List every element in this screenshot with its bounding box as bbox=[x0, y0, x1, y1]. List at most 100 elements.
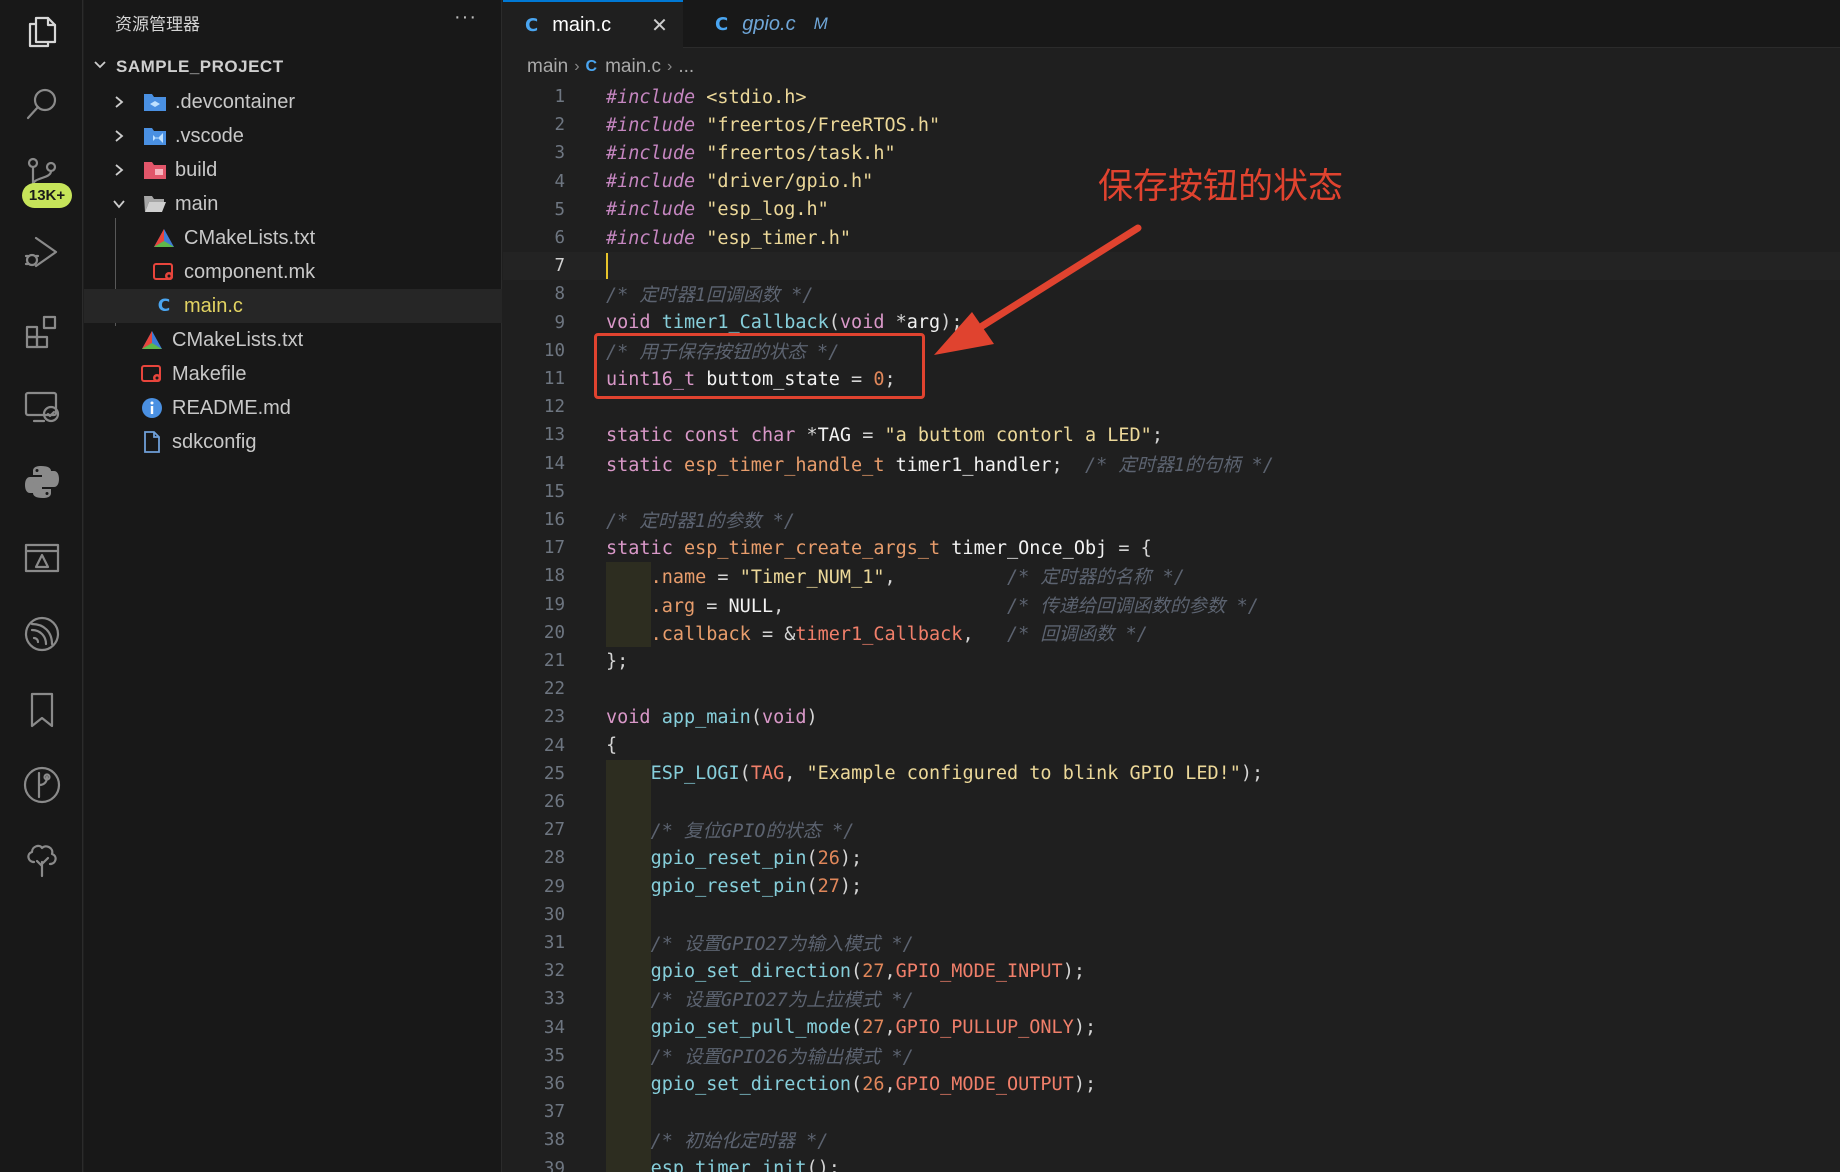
code-line[interactable]: 2 #include "freertos/FreeRTOS.h" bbox=[503, 111, 1840, 139]
breadcrumb-folder[interactable]: main bbox=[527, 56, 568, 78]
tree-item-build[interactable]: build bbox=[84, 153, 502, 187]
remote-explorer-icon[interactable] bbox=[20, 385, 64, 429]
extensions-icon[interactable] bbox=[20, 310, 64, 354]
code-line[interactable]: 16 /* 定时器1的参数 */ bbox=[503, 506, 1840, 534]
tree-item-cmakelists-root[interactable]: CMakeLists.txt bbox=[84, 323, 502, 357]
line-number: 10 bbox=[543, 340, 565, 361]
code-line[interactable]: 39 esp_timer_init(); bbox=[503, 1154, 1840, 1172]
test-icon[interactable] bbox=[20, 537, 64, 581]
code-line[interactable]: 29 gpio_reset_pin(27); bbox=[503, 872, 1840, 901]
code-line[interactable]: 22 bbox=[503, 675, 1840, 703]
code-line[interactable]: 25 ESP_LOGI(TAG, "Example configured to … bbox=[503, 759, 1840, 788]
code-line[interactable]: 26 bbox=[503, 788, 1840, 817]
line-number: 17 bbox=[543, 538, 565, 559]
code-line[interactable]: 7 bbox=[503, 252, 1840, 281]
code-line[interactable]: 19 .arg = NULL, /* 传递给回调函数的参数 */ bbox=[503, 590, 1840, 619]
line-number: 3 bbox=[554, 143, 565, 164]
tree-icon[interactable] bbox=[20, 838, 64, 882]
tree-item-main-c[interactable]: C main.c bbox=[84, 289, 502, 323]
code-line[interactable]: 6 #include "esp_timer.h" bbox=[503, 224, 1840, 252]
tree-item-devcontainer[interactable]: .devcontainer bbox=[84, 85, 502, 119]
makefile-icon bbox=[140, 362, 164, 386]
code-line[interactable]: 35 /* 设置GPIO26为输出模式 */ bbox=[503, 1041, 1840, 1070]
code-line[interactable]: 18 .name = "Timer_NUM_1", /* 定时器的名称 */ bbox=[503, 562, 1840, 591]
run-debug-icon[interactable] bbox=[20, 230, 64, 274]
code-line[interactable]: 37 bbox=[503, 1098, 1840, 1127]
code-token: /* 初始化定时器 */ bbox=[650, 1131, 829, 1153]
line-number: 26 bbox=[543, 792, 565, 813]
code-line[interactable]: 21}; bbox=[503, 647, 1840, 675]
code-line[interactable]: 24 { bbox=[503, 732, 1840, 760]
tree-item-label: CMakeLists.txt bbox=[172, 328, 304, 351]
code-line[interactable]: 27 /* 复位GPIO的状态 */ bbox=[503, 816, 1840, 845]
tree-item-vscode[interactable]: .vscode bbox=[84, 119, 502, 153]
line-number: 11 bbox=[543, 369, 565, 390]
code-token: }; bbox=[606, 650, 629, 672]
code-token: gpio_set_direction bbox=[650, 1073, 852, 1095]
code-line[interactable]: 34 gpio_set_pull_mode(27,GPIO_PULLUP_ONL… bbox=[503, 1013, 1840, 1042]
code-token: /* 回调函数 */ bbox=[1007, 623, 1148, 645]
code-token: (); bbox=[806, 1158, 840, 1172]
code-line[interactable]: 14 static esp_timer_handle_t timer1_handl… bbox=[503, 450, 1840, 478]
espressif-icon[interactable] bbox=[20, 612, 64, 656]
code-editor[interactable]: 1 #include <stdio.h> 2 #include "freertos/F… bbox=[503, 83, 1840, 1172]
code-line[interactable]: 28 gpio_reset_pin(26); bbox=[503, 844, 1840, 873]
code-line[interactable]: 33 /* 设置GPIO27为上拉模式 */ bbox=[503, 985, 1840, 1014]
code-line[interactable]: 23 void app_main(void) bbox=[503, 703, 1840, 731]
code-token: /* 定时器的名称 */ bbox=[1007, 567, 1185, 589]
project-header[interactable]: SAMPLE_PROJECT bbox=[84, 53, 502, 81]
code-line[interactable]: 36 gpio_set_direction(26,GPIO_MODE_OUTPU… bbox=[503, 1070, 1840, 1099]
line-number: 12 bbox=[543, 397, 565, 418]
search-icon[interactable] bbox=[20, 82, 64, 126]
git-graph-icon[interactable] bbox=[20, 763, 64, 807]
code-line[interactable]: 17 static esp_timer_create_args_t timer_O… bbox=[503, 534, 1840, 562]
code-line[interactable]: 38 /* 初始化定时器 */ bbox=[503, 1126, 1840, 1155]
code-token: "freertos/FreeRTOS.h" bbox=[706, 114, 941, 136]
line-number: 13 bbox=[543, 425, 565, 446]
code-line[interactable]: 13 static const char *TAG = "a buttom con… bbox=[503, 421, 1840, 449]
code-line[interactable]: 30 bbox=[503, 900, 1840, 929]
cmake-icon bbox=[140, 328, 164, 352]
code-line[interactable]: 8 /* 定时器1回调函数 */ bbox=[503, 280, 1840, 308]
code-line[interactable]: 15 bbox=[503, 478, 1840, 506]
code-text: void timer1_Callback(void *arg); bbox=[606, 312, 962, 333]
tree-item-component-mk[interactable]: component.mk bbox=[84, 255, 502, 289]
tab-main-c[interactable]: C main.c ✕ bbox=[503, 0, 683, 48]
tree-item-label: main bbox=[175, 192, 219, 215]
code-line[interactable]: 1 #include <stdio.h> bbox=[503, 83, 1840, 111]
code-line[interactable]: 20 .callback = &timer1_Callback, /* 回调函数… bbox=[503, 618, 1840, 647]
code-text: ESP_LOGI(TAG, "Example configured to bli… bbox=[606, 763, 1264, 784]
code-token: , bbox=[962, 623, 1008, 645]
code-text: /* 设置GPIO27为输入模式 */ bbox=[606, 930, 914, 956]
bookmark-icon[interactable] bbox=[20, 688, 64, 732]
code-token: ); bbox=[940, 312, 963, 334]
line-number: 29 bbox=[543, 876, 565, 897]
tree-item-sdkconfig[interactable]: sdkconfig bbox=[84, 425, 502, 459]
line-number: 32 bbox=[543, 961, 565, 982]
breadcrumb: main › C main.c › ... bbox=[527, 55, 694, 79]
breadcrumb-file[interactable]: main.c bbox=[605, 56, 661, 78]
explorer-icon[interactable] bbox=[20, 10, 64, 54]
python-icon[interactable] bbox=[20, 460, 64, 504]
code-token: ; bbox=[1151, 424, 1163, 446]
code-text: /* 设置GPIO26为输出模式 */ bbox=[606, 1043, 914, 1069]
project-name: SAMPLE_PROJECT bbox=[116, 57, 284, 76]
tree-item-label: README.md bbox=[172, 396, 291, 419]
code-text: #include "freertos/task.h" bbox=[606, 143, 896, 164]
tree-item-main[interactable]: main bbox=[84, 187, 502, 221]
tab-gpio-c[interactable]: C gpio.c M bbox=[683, 0, 853, 48]
tree-item-readme[interactable]: README.md bbox=[84, 391, 502, 425]
activity-bar: 13K+ bbox=[0, 0, 83, 1172]
more-actions-button[interactable]: ··· bbox=[454, 6, 477, 29]
source-control-badge: 13K+ bbox=[22, 183, 72, 208]
tree-item-cmakelists-main[interactable]: CMakeLists.txt bbox=[84, 221, 502, 255]
code-line[interactable]: 32 gpio_set_direction(27,GPIO_MODE_INPUT… bbox=[503, 957, 1840, 986]
code-token: /* 定时器1回调函数 */ bbox=[606, 285, 814, 307]
close-icon[interactable]: ✕ bbox=[651, 13, 668, 38]
code-token: const bbox=[683, 424, 740, 446]
code-line[interactable]: 31 /* 设置GPIO27为输入模式 */ bbox=[503, 929, 1840, 958]
code-text: /* 初始化定时器 */ bbox=[606, 1127, 829, 1153]
breadcrumb-symbols[interactable]: ... bbox=[678, 56, 694, 78]
tree-item-makefile[interactable]: Makefile bbox=[84, 357, 502, 391]
